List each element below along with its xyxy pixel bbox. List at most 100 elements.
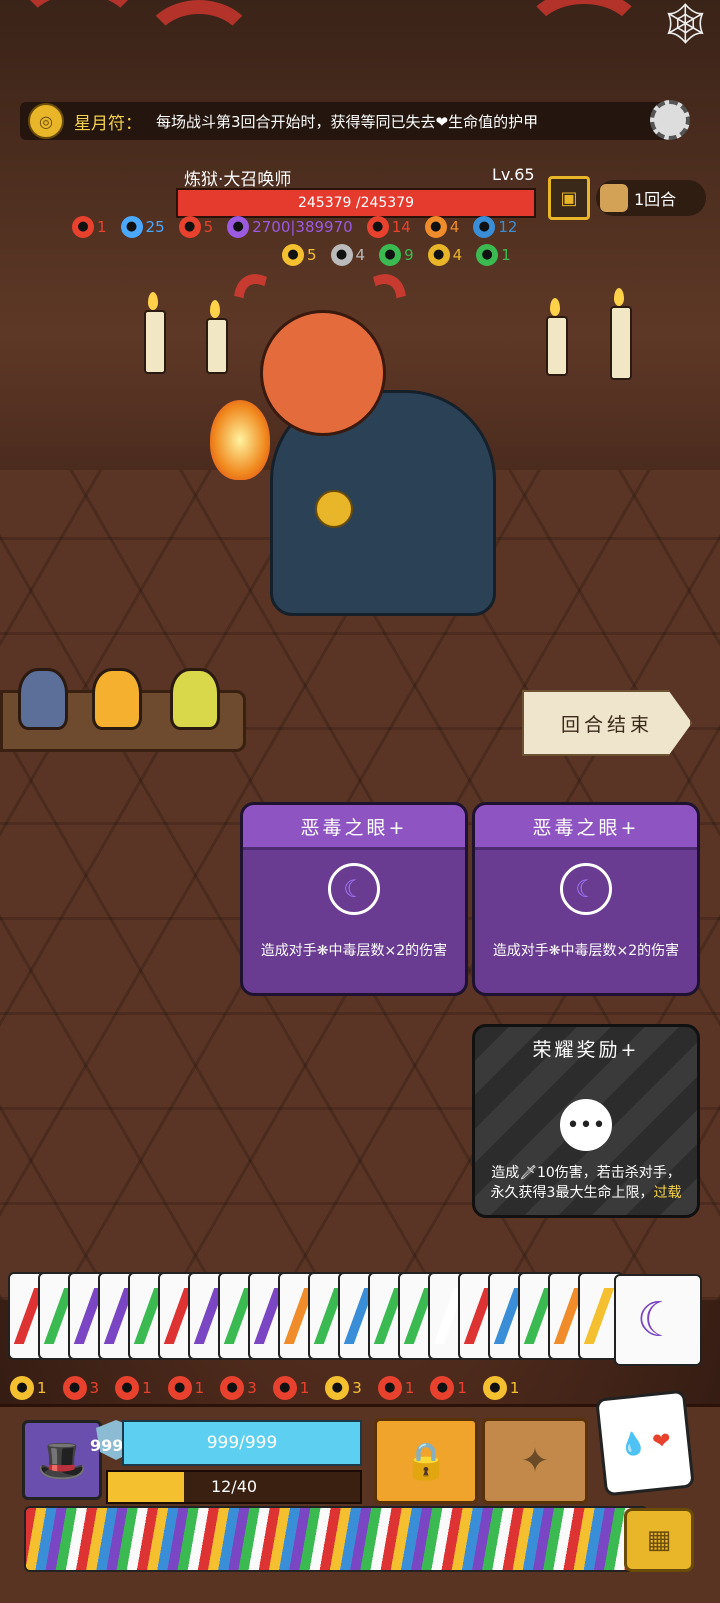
enemy-demon-summoner[interactable] xyxy=(200,261,510,620)
relic-name: 星月符： xyxy=(74,113,142,134)
status-value: 1 xyxy=(509,1379,520,1397)
end-turn-button[interactable]: 回合结束 xyxy=(522,690,692,756)
card-description: 造成对手❋中毒层数×2的伤害 xyxy=(492,943,680,959)
snowflake-icon: ● xyxy=(120,216,143,238)
status-effect[interactable]: ● 1 xyxy=(167,1376,205,1400)
status-effect[interactable]: ● 1 xyxy=(377,1376,415,1400)
status-value: 4 xyxy=(355,246,366,264)
enemy-hp-bar: 245379 /245379 xyxy=(176,188,536,218)
tentacle-decoration xyxy=(140,0,258,98)
player-avatar[interactable]: 🎩 xyxy=(22,1420,102,1500)
player-hp-bar: 999/999 xyxy=(122,1420,362,1466)
status-value: 4 xyxy=(452,246,463,264)
spiral-icon: ● xyxy=(272,1376,297,1400)
status-value: 1 xyxy=(97,218,107,236)
red-swirl-icon: ● xyxy=(377,1376,402,1400)
green-bolt-icon: ● xyxy=(476,244,499,266)
spiral-icon: ● xyxy=(72,216,94,238)
card-description: 造成对手❋中毒层数×2的伤害 xyxy=(260,943,448,959)
status-value: 5 xyxy=(307,246,317,264)
status-effect[interactable]: ● 4 xyxy=(424,216,459,238)
player-energy-bar: 12/40 xyxy=(106,1470,362,1504)
status-effect[interactable]: ● 5 xyxy=(178,216,214,238)
status-value: 1 xyxy=(194,1379,205,1397)
status-effect[interactable]: ● 4 xyxy=(427,244,463,266)
card-honor-reward[interactable]: 荣耀奖励+ ••• 造成🗡10伤害，若击杀对手，永久获得3最大生命上限，过载 xyxy=(472,1024,700,1218)
status-effect[interactable]: ● 1 xyxy=(482,1376,520,1400)
enemy-status-row: ● 1 ● 25 ● 5 ● 2700|389970 ● 14 ● 4 ● 12 xyxy=(72,216,517,238)
dice-button[interactable]: 💧 ❤ xyxy=(595,1389,695,1497)
candle xyxy=(144,310,166,374)
candle xyxy=(610,306,632,380)
settings-gear-icon[interactable] xyxy=(650,100,690,140)
flame-icon: ● xyxy=(366,216,389,238)
shield-icon: ● xyxy=(10,1376,34,1400)
status-value: 25 xyxy=(145,218,165,236)
crack-icon: ● xyxy=(220,1376,245,1400)
status-value: 1 xyxy=(404,1379,415,1397)
status-effect[interactable]: ● 4 xyxy=(330,244,366,266)
lock-card-button[interactable]: 🔒 xyxy=(374,1418,478,1504)
candle-flame xyxy=(550,298,560,316)
hand-card-moon[interactable]: ☾ xyxy=(614,1274,702,1366)
fire-orange-icon: ● xyxy=(424,216,447,238)
status-value: 3 xyxy=(352,1379,362,1397)
splat-icon: ● xyxy=(227,216,250,238)
status-effect[interactable]: ● 1 xyxy=(476,244,511,266)
star-moon-coin-icon: ◎ xyxy=(28,103,64,139)
status-effect[interactable]: ● 3 xyxy=(62,1376,100,1400)
map-button[interactable]: ✦ xyxy=(482,1418,588,1504)
deck-strip[interactable] xyxy=(24,1506,648,1572)
potion-slot-2[interactable] xyxy=(92,668,142,730)
status-value: 5 xyxy=(203,218,214,236)
water-drop-icon: 💧 xyxy=(617,1430,648,1459)
card-description: 造成🗡10伤害，若击杀对手，永久获得3最大生命上限，过载 xyxy=(487,1163,685,1203)
status-effect[interactable]: ● 1 xyxy=(115,1376,152,1400)
status-effect[interactable]: ● 1 xyxy=(10,1376,47,1400)
status-effect[interactable]: ● 25 xyxy=(120,216,165,238)
shield-gold-icon: ● xyxy=(325,1376,350,1400)
candle-flame xyxy=(148,292,158,310)
potion-slot-1[interactable] xyxy=(18,668,68,730)
card-stripe xyxy=(583,1288,615,1344)
status-effect[interactable]: ● 9 xyxy=(379,244,414,266)
heart-icon: ● xyxy=(62,1376,87,1400)
status-effect[interactable]: ● 1 xyxy=(72,216,107,238)
card-vicious-eye-1[interactable]: 恶毒之眼+ ☾ 造成对手❋中毒层数×2的伤害 xyxy=(240,802,468,996)
status-effect[interactable]: ● 1 xyxy=(272,1376,310,1400)
devil-icon: ● xyxy=(178,216,201,238)
player-energy-text: 12/40 xyxy=(210,1477,258,1496)
potion-slot-3[interactable] xyxy=(170,668,220,730)
demon-head xyxy=(260,310,386,436)
treasure-chest-icon[interactable]: ▦ xyxy=(624,1508,694,1572)
status-value: 1 xyxy=(299,1379,310,1397)
card-vicious-eye-2[interactable]: 恶毒之眼+ ☾ 造成对手❋中毒层数×2的伤害 xyxy=(472,802,700,996)
status-effect[interactable]: ● 14 xyxy=(366,216,411,238)
status-effect[interactable]: ● 12 xyxy=(473,216,517,238)
status-value: 14 xyxy=(391,218,411,236)
enemy-info-book-icon[interactable]: ▣ xyxy=(548,176,590,220)
card-title: 荣耀奖励+ xyxy=(532,1038,640,1061)
status-effect[interactable]: ● 1 xyxy=(430,1376,467,1400)
status-value: 2700|389970 xyxy=(252,218,353,236)
triangle-icon: ● xyxy=(282,244,304,266)
enemy-hp-text: 245379 /245379 xyxy=(297,195,415,211)
status-effect[interactable]: ● 2700|389970 xyxy=(227,216,353,238)
status-effect[interactable]: ● 3 xyxy=(220,1376,257,1400)
heart-icon: ❤ xyxy=(651,1427,673,1455)
card-keyword: 过载 xyxy=(653,1185,682,1201)
status-effect[interactable]: ● 5 xyxy=(282,244,317,266)
status-value: 3 xyxy=(89,1379,100,1397)
gold-medallion-icon xyxy=(315,490,353,528)
status-value: 9 xyxy=(404,246,414,264)
status-value: 12 xyxy=(498,218,518,236)
sword-slash-icon: ● xyxy=(430,1376,455,1400)
crescent-moon-icon: ☾ xyxy=(328,863,380,915)
fireball-icon xyxy=(210,400,270,480)
lock-icon: ● xyxy=(427,244,450,266)
green-swirl-icon: ● xyxy=(379,244,402,266)
status-effect[interactable]: ● 3 xyxy=(325,1376,362,1400)
blue-mask-icon: ● xyxy=(473,216,496,238)
scroll-icon xyxy=(600,184,628,212)
relic-description: 每场战斗第3回合开始时，获得等同已失去❤生命值的护甲 xyxy=(156,112,539,131)
